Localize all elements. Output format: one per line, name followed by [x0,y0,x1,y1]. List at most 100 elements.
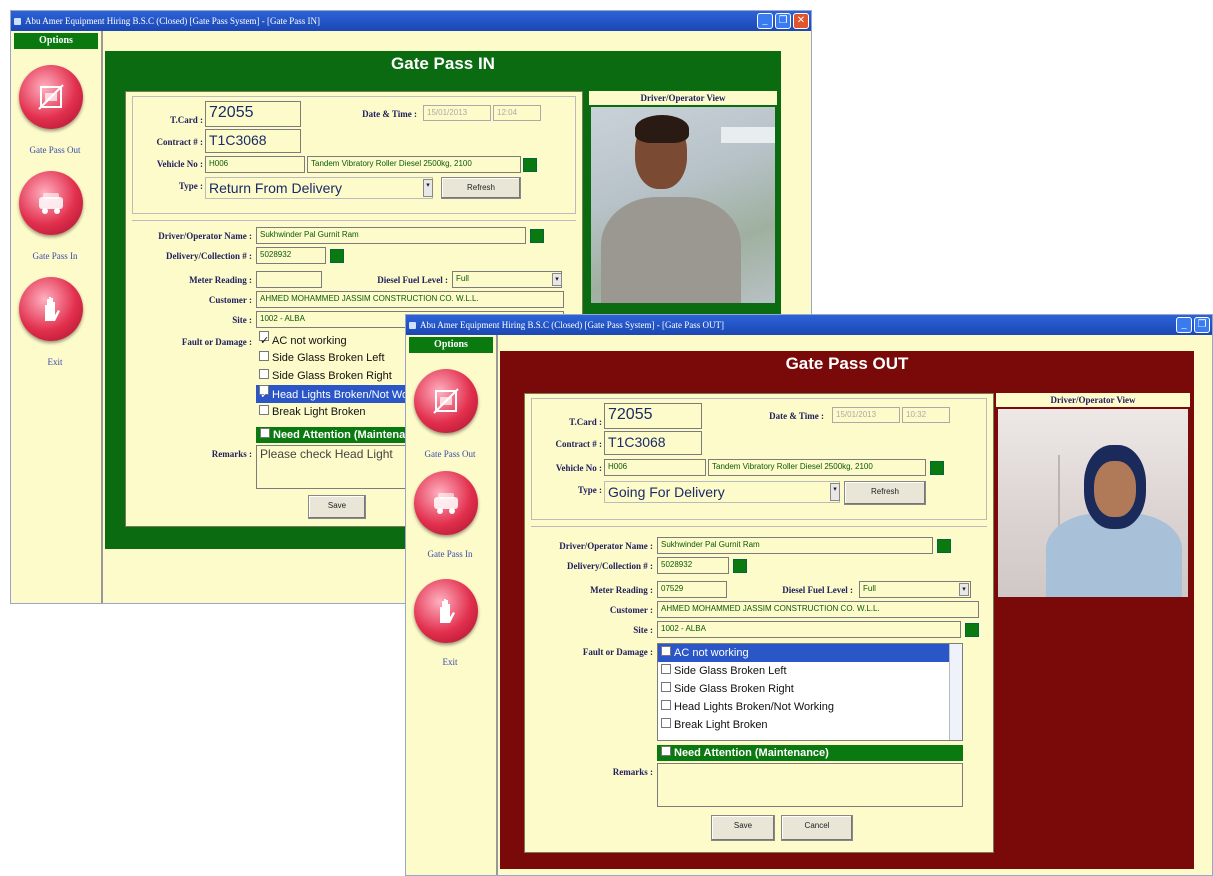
driver-section: Driver/Operator Name : Sukhwinder Pal Gu… [531,526,987,848]
vehicle-section: T.Card : 72055 Contract # : T1C3068 Vehi… [132,96,576,214]
title-bar[interactable]: Abu Amer Equipment Hiring B.S.C (Closed)… [406,315,1212,335]
contract-field[interactable]: T1C3068 [604,431,702,455]
contract-label: Contract # : [555,439,603,449]
vehicle-no-field[interactable]: H006 [604,459,706,476]
time-field[interactable]: 12:04 [493,105,541,121]
vehicle-lookup-button[interactable] [523,158,537,172]
checkbox[interactable] [259,369,269,379]
vehicle-label: Vehicle No : [555,463,602,473]
remarks-field[interactable] [657,763,963,807]
vehicle-desc-field: Tandem Vibratory Roller Diesel 2500kg, 2… [307,156,521,173]
gate-pass-in-button[interactable] [19,171,83,235]
minimize-button[interactable]: _ [757,13,773,29]
meter-field[interactable] [256,271,322,288]
delivery-lookup-button[interactable] [330,249,344,263]
fault-item[interactable]: Side Glass Broken Right [658,680,962,698]
customer-field: AHMED MOHAMMED JASSIM CONSTRUCTION CO. W… [256,291,564,308]
checkbox[interactable]: ✓ [259,385,269,401]
vehicle-label: Vehicle No : [156,159,203,169]
diesel-chevron-icon[interactable]: ▾ [552,273,562,286]
restore-button[interactable]: ❐ [775,13,791,29]
exit-button[interactable] [414,579,478,643]
contract-field[interactable]: T1C3068 [205,129,301,153]
gate-pass-in-icon [434,493,458,514]
date-field[interactable]: 15/01/2013 [832,407,900,423]
checkbox[interactable] [661,682,671,692]
delivery-field[interactable]: 5028932 [657,557,729,574]
fault-item[interactable]: Break Light Broken [256,403,406,421]
checkbox[interactable] [661,646,671,656]
save-button[interactable]: Save [308,495,366,519]
vehicle-no-field[interactable]: H006 [205,156,305,173]
exit-button[interactable] [19,277,83,341]
vehicle-lookup-button[interactable] [930,461,944,475]
delivery-lookup-button[interactable] [733,559,747,573]
fault-item[interactable]: Break Light Broken [658,716,962,734]
driver-field[interactable]: Sukhwinder Pal Gurnit Ram [657,537,933,554]
save-button[interactable]: Save [711,815,775,841]
delivery-field[interactable]: 5028932 [256,247,326,264]
checkbox[interactable] [661,718,671,728]
gate-pass-out-button[interactable] [414,369,478,433]
diesel-label: Diesel Fuel Level : [377,275,448,285]
restore-button[interactable]: ❐ [1194,317,1210,333]
fault-item[interactable]: Head Lights Broken/Not Working [658,698,962,716]
gate-pass-in-button[interactable] [414,471,478,535]
delivery-label: Delivery/Collection # : [166,251,252,261]
need-attention-checkbox[interactable]: Need Attention (Maintenance) [256,427,406,443]
chevron-down-icon[interactable]: ▾ [830,483,840,501]
time-field[interactable]: 10:32 [902,407,950,423]
type-select[interactable]: Return From Delivery [205,177,433,199]
cancel-button[interactable]: Cancel [781,815,853,841]
vehicle-desc-field: Tandem Vibratory Roller Diesel 2500kg, 2… [708,459,926,476]
tcard-label: T.Card : [170,115,203,125]
fault-item[interactable]: Side Glass Broken Left [658,662,962,680]
fault-item[interactable]: Side Glass Broken Right [256,367,406,385]
checkbox[interactable] [661,664,671,674]
chevron-down-icon[interactable]: ▾ [423,179,433,197]
driver-field[interactable]: Sukhwinder Pal Gurnit Ram [256,227,526,244]
fault-list[interactable]: ✓ AC not working Side Glass Broken Left S… [256,331,406,423]
gate-pass-out-button[interactable] [19,65,83,129]
type-select[interactable]: Going For Delivery [604,481,840,503]
fault-list[interactable]: AC not working Side Glass Broken Left Si… [657,643,963,741]
tcard-label: T.Card : [569,417,602,427]
checkbox[interactable]: ✓ [259,331,269,347]
driver-lookup-button[interactable] [937,539,951,553]
diesel-label: Diesel Fuel Level : [782,585,853,595]
gate-pass-in-icon [39,193,63,214]
fault-item[interactable]: ✓Head Lights Broken/Not Working [256,385,406,403]
title-bar[interactable]: Abu Amer Equipment Hiring B.S.C (Closed)… [11,11,811,31]
need-attention-checkbox[interactable]: Need Attention (Maintenance) [657,745,963,761]
fault-item[interactable]: ✓ AC not working [256,331,406,349]
checkbox[interactable] [661,746,671,756]
close-button[interactable]: ✕ [793,13,809,29]
checkbox[interactable] [260,428,270,438]
minimize-button[interactable]: _ [1176,317,1192,333]
site-label: Site : [633,625,653,635]
window-controls: _ ❐ ✕ [757,13,809,29]
refresh-button[interactable]: Refresh [441,177,521,199]
checkbox[interactable] [259,405,269,415]
checkbox[interactable] [661,700,671,710]
diesel-select[interactable]: Full [452,271,562,288]
meter-field[interactable]: 07529 [657,581,727,598]
diesel-chevron-icon[interactable]: ▾ [959,583,969,596]
list-scrollbar[interactable] [949,644,962,740]
diesel-select[interactable]: Full [859,581,971,598]
datetime-label: Date & Time : [362,109,417,119]
tcard-field[interactable]: 72055 [205,101,301,127]
customer-field: AHMED MOHAMMED JASSIM CONSTRUCTION CO. W… [657,601,979,618]
date-field[interactable]: 15/01/2013 [423,105,491,121]
site-lookup-button[interactable] [965,623,979,637]
refresh-button[interactable]: Refresh [844,481,926,505]
tcard-field[interactable]: 72055 [604,403,702,429]
fault-item[interactable]: AC not working [658,644,962,662]
driver-lookup-button[interactable] [530,229,544,243]
type-label: Type : [577,485,602,495]
camera-panel: Driver/Operator View [996,393,1190,603]
exit-label: Exit [47,357,63,367]
fault-item[interactable]: Side Glass Broken Left [256,349,406,367]
remarks-field[interactable]: Please check Head Light [256,445,406,489]
checkbox[interactable] [259,351,269,361]
